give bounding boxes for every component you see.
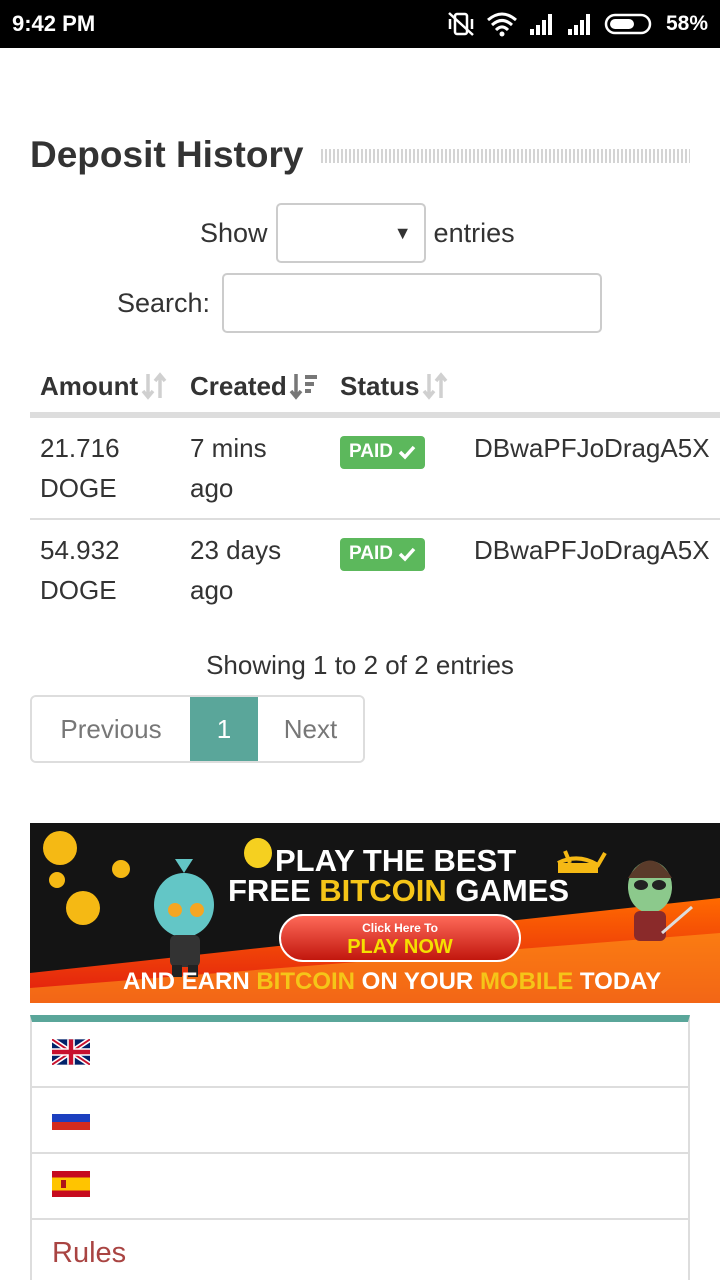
page-1-button[interactable]: 1 xyxy=(190,697,258,761)
battery-icon xyxy=(604,12,656,36)
svg-text:Click Here To: Click Here To xyxy=(362,921,438,935)
status-badge: PAID xyxy=(340,537,425,571)
cell-address: DBwaPFJoDragA5X xyxy=(474,535,710,565)
deposit-table: Amount Created Status 21.716 DOGE 7 mins a… xyxy=(30,360,720,622)
cell-created: 23 days ago xyxy=(190,535,282,605)
search-input[interactable] xyxy=(222,273,603,333)
cell-status: PAID xyxy=(330,418,464,518)
sort-desc-icon xyxy=(289,371,319,401)
table-row: 54.932 DOGE 23 days ago PAID DBwaPFJoDragA… xyxy=(30,520,720,622)
page-heading: Deposit History xyxy=(30,130,690,180)
svg-text:PLAY NOW: PLAY NOW xyxy=(347,936,453,958)
heading-decoration xyxy=(321,149,690,163)
header-created-label: Created xyxy=(190,370,287,401)
show-label: Show xyxy=(200,217,268,248)
ad-banner[interactable]: PLAY THE BEST FREE BITCOIN GAMES Click H… xyxy=(30,823,720,1003)
battery-percent: 58% xyxy=(665,12,708,35)
russian-flag-icon xyxy=(52,1105,90,1135)
search-row: Search: xyxy=(117,273,603,333)
next-button[interactable]: Next xyxy=(258,697,363,761)
status-badge: PAID xyxy=(340,435,425,469)
sort-icon xyxy=(140,371,168,401)
language-item-english[interactable] xyxy=(32,1022,688,1088)
page-title: Deposit History xyxy=(30,134,304,175)
svg-text:AND EARN BITCOIN ON YOUR MOBIL: AND EARN BITCOIN ON YOUR MOBILE TODAY xyxy=(123,968,661,995)
cell-address: DBwaPFJoDragA5X xyxy=(474,433,710,463)
table-row: 21.716 DOGE 7 mins ago PAID DBwaPFJoDragA5… xyxy=(30,418,720,520)
signal-icon xyxy=(528,12,556,36)
show-entries: Show ▼ entries xyxy=(200,203,515,263)
cell-amount: 54.932 DOGE xyxy=(40,535,120,605)
caret-down-icon: ▼ xyxy=(393,223,412,243)
cell-created: 7 mins ago xyxy=(190,433,267,503)
header-created[interactable]: Created xyxy=(180,371,330,402)
header-status-label: Status xyxy=(340,370,420,401)
status-time: 9:42 PM xyxy=(12,11,96,36)
status-bar: 9:42 PM 58% xyxy=(0,0,720,48)
header-status[interactable]: Status xyxy=(330,371,464,402)
search-label: Search: xyxy=(117,287,211,318)
cell-status: PAID xyxy=(330,520,464,622)
rules-link[interactable]: Rules xyxy=(32,1220,688,1280)
entries-label: entries xyxy=(433,217,515,248)
status-icons: 58% xyxy=(446,10,708,38)
table-info: Showing 1 to 2 of 2 entries xyxy=(206,650,514,680)
svg-text:FREE BITCOIN GAMES: FREE BITCOIN GAMES xyxy=(228,873,569,908)
wifi-icon xyxy=(486,11,518,37)
signal-icon-2 xyxy=(566,12,594,36)
table-header: Amount Created Status xyxy=(30,360,720,418)
header-amount-label: Amount xyxy=(40,370,139,401)
cell-amount: 21.716 DOGE xyxy=(40,433,120,503)
check-icon xyxy=(398,547,416,562)
language-item-russian[interactable] xyxy=(32,1088,688,1154)
previous-button[interactable]: Previous xyxy=(32,697,190,761)
header-amount[interactable]: Amount xyxy=(30,371,180,402)
check-icon xyxy=(398,445,416,460)
entries-select[interactable]: ▼ xyxy=(275,203,426,263)
vibrate-off-icon xyxy=(446,11,476,37)
spanish-flag-icon xyxy=(52,1170,90,1202)
language-menu: Rules xyxy=(30,1015,690,1280)
language-item-spanish[interactable] xyxy=(32,1154,688,1220)
english-flag-icon xyxy=(50,1036,92,1070)
sort-icon xyxy=(421,371,449,401)
pagination: Previous 1 Next xyxy=(30,695,365,763)
